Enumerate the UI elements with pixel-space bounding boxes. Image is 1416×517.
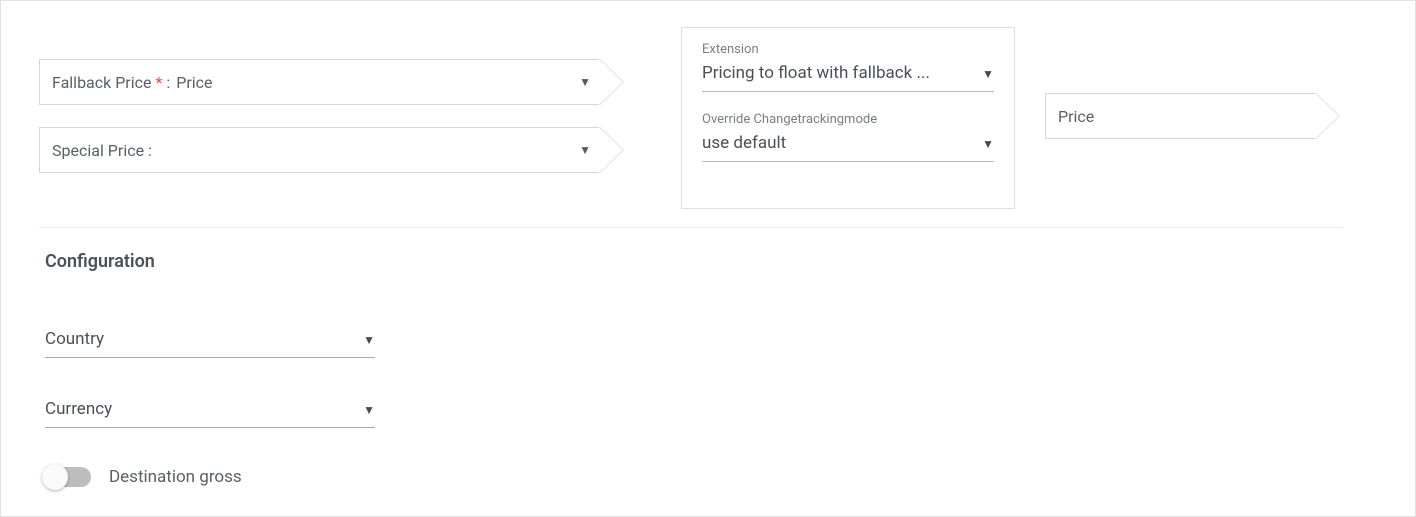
country-select[interactable]: Country ▼ bbox=[45, 327, 375, 358]
country-label: Country bbox=[45, 329, 104, 349]
price-display-label: Price bbox=[1058, 107, 1094, 126]
fallback-price-value: Price bbox=[176, 73, 212, 92]
chevron-down-icon: ▼ bbox=[363, 403, 375, 417]
chevron-down-icon: ▼ bbox=[363, 333, 375, 347]
chevron-down-icon: ▼ bbox=[579, 75, 591, 89]
fallback-price-select[interactable]: Fallback Price * : Price ▼ bbox=[39, 59, 599, 105]
special-price-select[interactable]: Special Price : ▼ bbox=[39, 127, 599, 173]
configuration-heading: Configuration bbox=[45, 251, 155, 272]
destination-gross-toggle[interactable] bbox=[45, 467, 91, 487]
extension-panel: Extension Pricing to float with fallback… bbox=[681, 27, 1015, 209]
fallback-price-label: Fallback Price bbox=[52, 73, 151, 92]
price-display[interactable]: Price bbox=[1045, 93, 1315, 139]
toggle-knob bbox=[42, 464, 68, 490]
currency-select[interactable]: Currency ▼ bbox=[45, 397, 375, 428]
section-divider bbox=[39, 227, 1343, 228]
override-value: use default bbox=[702, 133, 786, 153]
label-separator: : bbox=[166, 73, 170, 92]
chevron-down-icon: ▼ bbox=[579, 143, 591, 157]
override-label: Override Changetrackingmode bbox=[702, 112, 994, 127]
required-marker: * bbox=[155, 73, 162, 92]
extension-label: Extension bbox=[702, 42, 994, 57]
destination-gross-row: Destination gross bbox=[45, 467, 242, 487]
special-price-label: Special Price : bbox=[52, 141, 152, 160]
extension-value: Pricing to float with fallback ... bbox=[702, 63, 930, 83]
config-page-frame: Fallback Price * : Price ▼ Special Price… bbox=[0, 0, 1416, 517]
extension-select[interactable]: Pricing to float with fallback ... ▼ bbox=[702, 61, 994, 92]
currency-label: Currency bbox=[45, 399, 112, 419]
destination-gross-label: Destination gross bbox=[109, 467, 242, 487]
chevron-down-icon: ▼ bbox=[982, 67, 994, 81]
override-select[interactable]: use default ▼ bbox=[702, 131, 994, 162]
chevron-down-icon: ▼ bbox=[982, 137, 994, 151]
